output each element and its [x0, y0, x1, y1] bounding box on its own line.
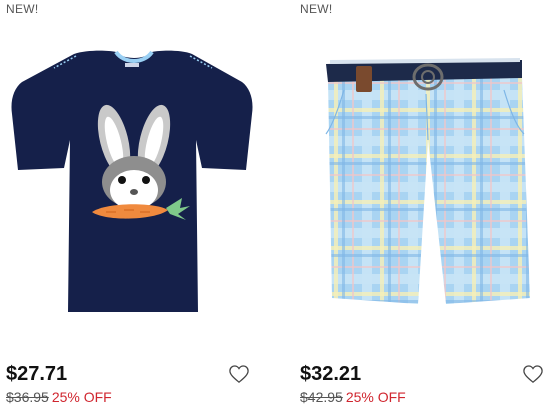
- heart-outline-icon[interactable]: [522, 364, 544, 384]
- original-price: $42.95: [300, 389, 343, 405]
- sale-price: $27.71: [6, 363, 68, 385]
- new-badge: NEW!: [6, 2, 39, 16]
- heart-outline-icon[interactable]: [228, 364, 250, 384]
- product-image-plaid-shorts[interactable]: [300, 30, 548, 320]
- product-card[interactable]: NEW! $27.71 $36.95 25% OFF: [6, 0, 254, 414]
- product-image-bunny-tshirt[interactable]: [6, 30, 254, 320]
- price-details: $42.95 25% OFF: [300, 389, 406, 405]
- discount-label: 25% OFF: [345, 389, 406, 405]
- product-grid: NEW! $27.71 $36.95 25% OFF NEW! $32.21 $…: [0, 0, 557, 414]
- price-details: $36.95 25% OFF: [6, 389, 112, 405]
- sale-price: $32.21: [300, 363, 362, 385]
- original-price: $36.95: [6, 389, 49, 405]
- product-card[interactable]: NEW! $32.21 $42.95 25% OFF: [300, 0, 548, 414]
- new-badge: NEW!: [300, 2, 333, 16]
- discount-label: 25% OFF: [51, 389, 112, 405]
